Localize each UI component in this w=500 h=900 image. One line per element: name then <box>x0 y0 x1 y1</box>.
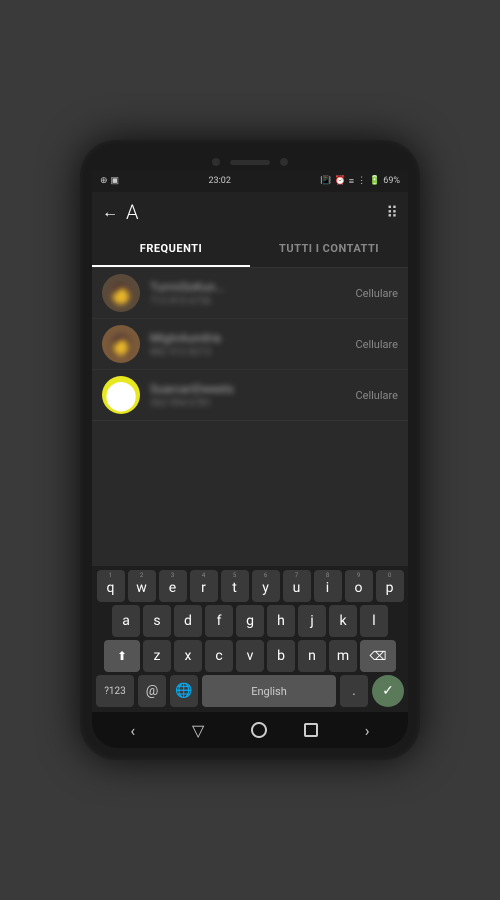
nav-back[interactable]: ‹ <box>120 715 145 746</box>
key-p[interactable]: 0p <box>376 570 404 602</box>
header-left: ← A <box>102 200 139 224</box>
search-letter: A <box>126 200 139 224</box>
phone-screen: ⊕ ▣ 23:02 📳 ⏰ ≡ ⋮ 🔋 69% ← A ⠿ FREQUENTI <box>92 152 408 748</box>
key-l[interactable]: l <box>360 605 388 637</box>
alarm-icon: ⏰ <box>335 176 346 186</box>
keyboard-row-2: a s d f g h j k l <box>94 605 406 637</box>
key-h[interactable]: h <box>267 605 295 637</box>
key-b[interactable]: b <box>267 640 295 672</box>
contact-avatar-3: ⬤ <box>102 376 140 414</box>
battery-icon: 🔋 <box>369 176 380 186</box>
key-v[interactable]: v <box>236 640 264 672</box>
avatar-face-1: 🧑 <box>102 274 140 312</box>
contact-item-2[interactable]: 👩 MiginAundria 882 512 8213 Cellulare <box>92 319 408 370</box>
key-f[interactable]: f <box>205 605 233 637</box>
nav-home[interactable]: ▽ <box>182 715 214 746</box>
back-button[interactable]: ← <box>102 202 118 222</box>
key-globe[interactable]: 🌐 <box>170 675 198 707</box>
key-x[interactable]: x <box>174 640 202 672</box>
key-e[interactable]: 3e <box>159 570 187 602</box>
contact-item-3[interactable]: ⬤ SuarcariDweets 362 994 6781 Cellulare <box>92 370 408 421</box>
tab-tutti[interactable]: TUTTI I CONTATTI <box>250 232 408 267</box>
speaker <box>230 160 270 165</box>
status-icon-1: ⊕ <box>100 176 108 186</box>
avatar-face-2: 👩 <box>102 325 140 363</box>
more-icon: ⋮ <box>357 176 366 186</box>
key-u[interactable]: 7u <box>283 570 311 602</box>
app-header: ← A ⠿ <box>92 192 408 232</box>
key-i[interactable]: 8i <box>314 570 342 602</box>
contact-type-3: Cellulare <box>355 389 398 402</box>
keyboard: 1q 2w 3e 4r 5t 6y 7u 8i 9o 0p a s d f g … <box>92 566 408 712</box>
key-c[interactable]: c <box>205 640 233 672</box>
front-camera <box>212 158 220 166</box>
key-z[interactable]: z <box>143 640 171 672</box>
keyboard-row-3: ⬆ z x c v b n m ⌫ <box>94 640 406 672</box>
key-d[interactable]: d <box>174 605 202 637</box>
contact-avatar-1: 🧑 <box>102 274 140 312</box>
key-a[interactable]: a <box>112 605 140 637</box>
status-bar: ⊕ ▣ 23:02 📳 ⏰ ≡ ⋮ 🔋 69% <box>92 170 408 192</box>
contact-item-1[interactable]: 🧑 TurmiSoKun... 712 815 6736 Cellulare <box>92 268 408 319</box>
status-left-icons: ⊕ ▣ <box>100 176 119 186</box>
front-camera-2 <box>280 158 288 166</box>
battery-percent: 69% <box>383 176 400 186</box>
key-w[interactable]: 2w <box>128 570 156 602</box>
key-g[interactable]: g <box>236 605 264 637</box>
tab-frequenti[interactable]: FREQUENTI <box>92 232 250 267</box>
nav-circle[interactable] <box>251 722 267 738</box>
keyboard-row-1: 1q 2w 3e 4r 5t 6y 7u 8i 9o 0p <box>94 570 406 602</box>
key-k[interactable]: k <box>329 605 357 637</box>
key-t[interactable]: 5t <box>221 570 249 602</box>
key-enter[interactable]: ✓ <box>372 675 404 707</box>
key-n[interactable]: n <box>298 640 326 672</box>
key-q[interactable]: 1q <box>97 570 125 602</box>
key-symbols[interactable]: ?123 <box>96 675 134 707</box>
tabs: FREQUENTI TUTTI I CONTATTI <box>92 232 408 268</box>
nav-forward[interactable]: › <box>355 715 380 746</box>
status-icon-2: ▣ <box>111 176 120 186</box>
key-y[interactable]: 6y <box>252 570 280 602</box>
key-s[interactable]: s <box>143 605 171 637</box>
signal-icon: ≡ <box>349 176 354 187</box>
key-period[interactable]: . <box>340 675 368 707</box>
contact-type-2: Cellulare <box>355 338 398 351</box>
status-right-icons: 📳 ⏰ ≡ ⋮ 🔋 69% <box>320 176 400 187</box>
contact-type-1: Cellulare <box>355 287 398 300</box>
key-j[interactable]: j <box>298 605 326 637</box>
key-r[interactable]: 4r <box>190 570 218 602</box>
status-time: 23:02 <box>209 176 231 186</box>
nav-square[interactable] <box>304 723 318 737</box>
phone-top-bar <box>92 152 408 170</box>
keyboard-space-row: ?123 @ 🌐 English . ✓ <box>94 675 406 707</box>
contact-avatar-2: 👩 <box>102 325 140 363</box>
vibrate-icon: 📳 <box>320 176 331 186</box>
key-delete[interactable]: ⌫ <box>360 640 396 672</box>
nav-bar: ‹ ▽ › <box>92 712 408 748</box>
key-o[interactable]: 9o <box>345 570 373 602</box>
key-space[interactable]: English <box>202 675 336 707</box>
key-m[interactable]: m <box>329 640 357 672</box>
grid-icon[interactable]: ⠿ <box>386 203 398 222</box>
key-shift[interactable]: ⬆ <box>104 640 140 672</box>
key-at[interactable]: @ <box>138 675 166 707</box>
contact-list: 🧑 TurmiSoKun... 712 815 6736 Cellulare 👩… <box>92 268 408 566</box>
phone-device: ⊕ ▣ 23:02 📳 ⏰ ≡ ⋮ 🔋 69% ← A ⠿ FREQUENTI <box>80 140 420 760</box>
